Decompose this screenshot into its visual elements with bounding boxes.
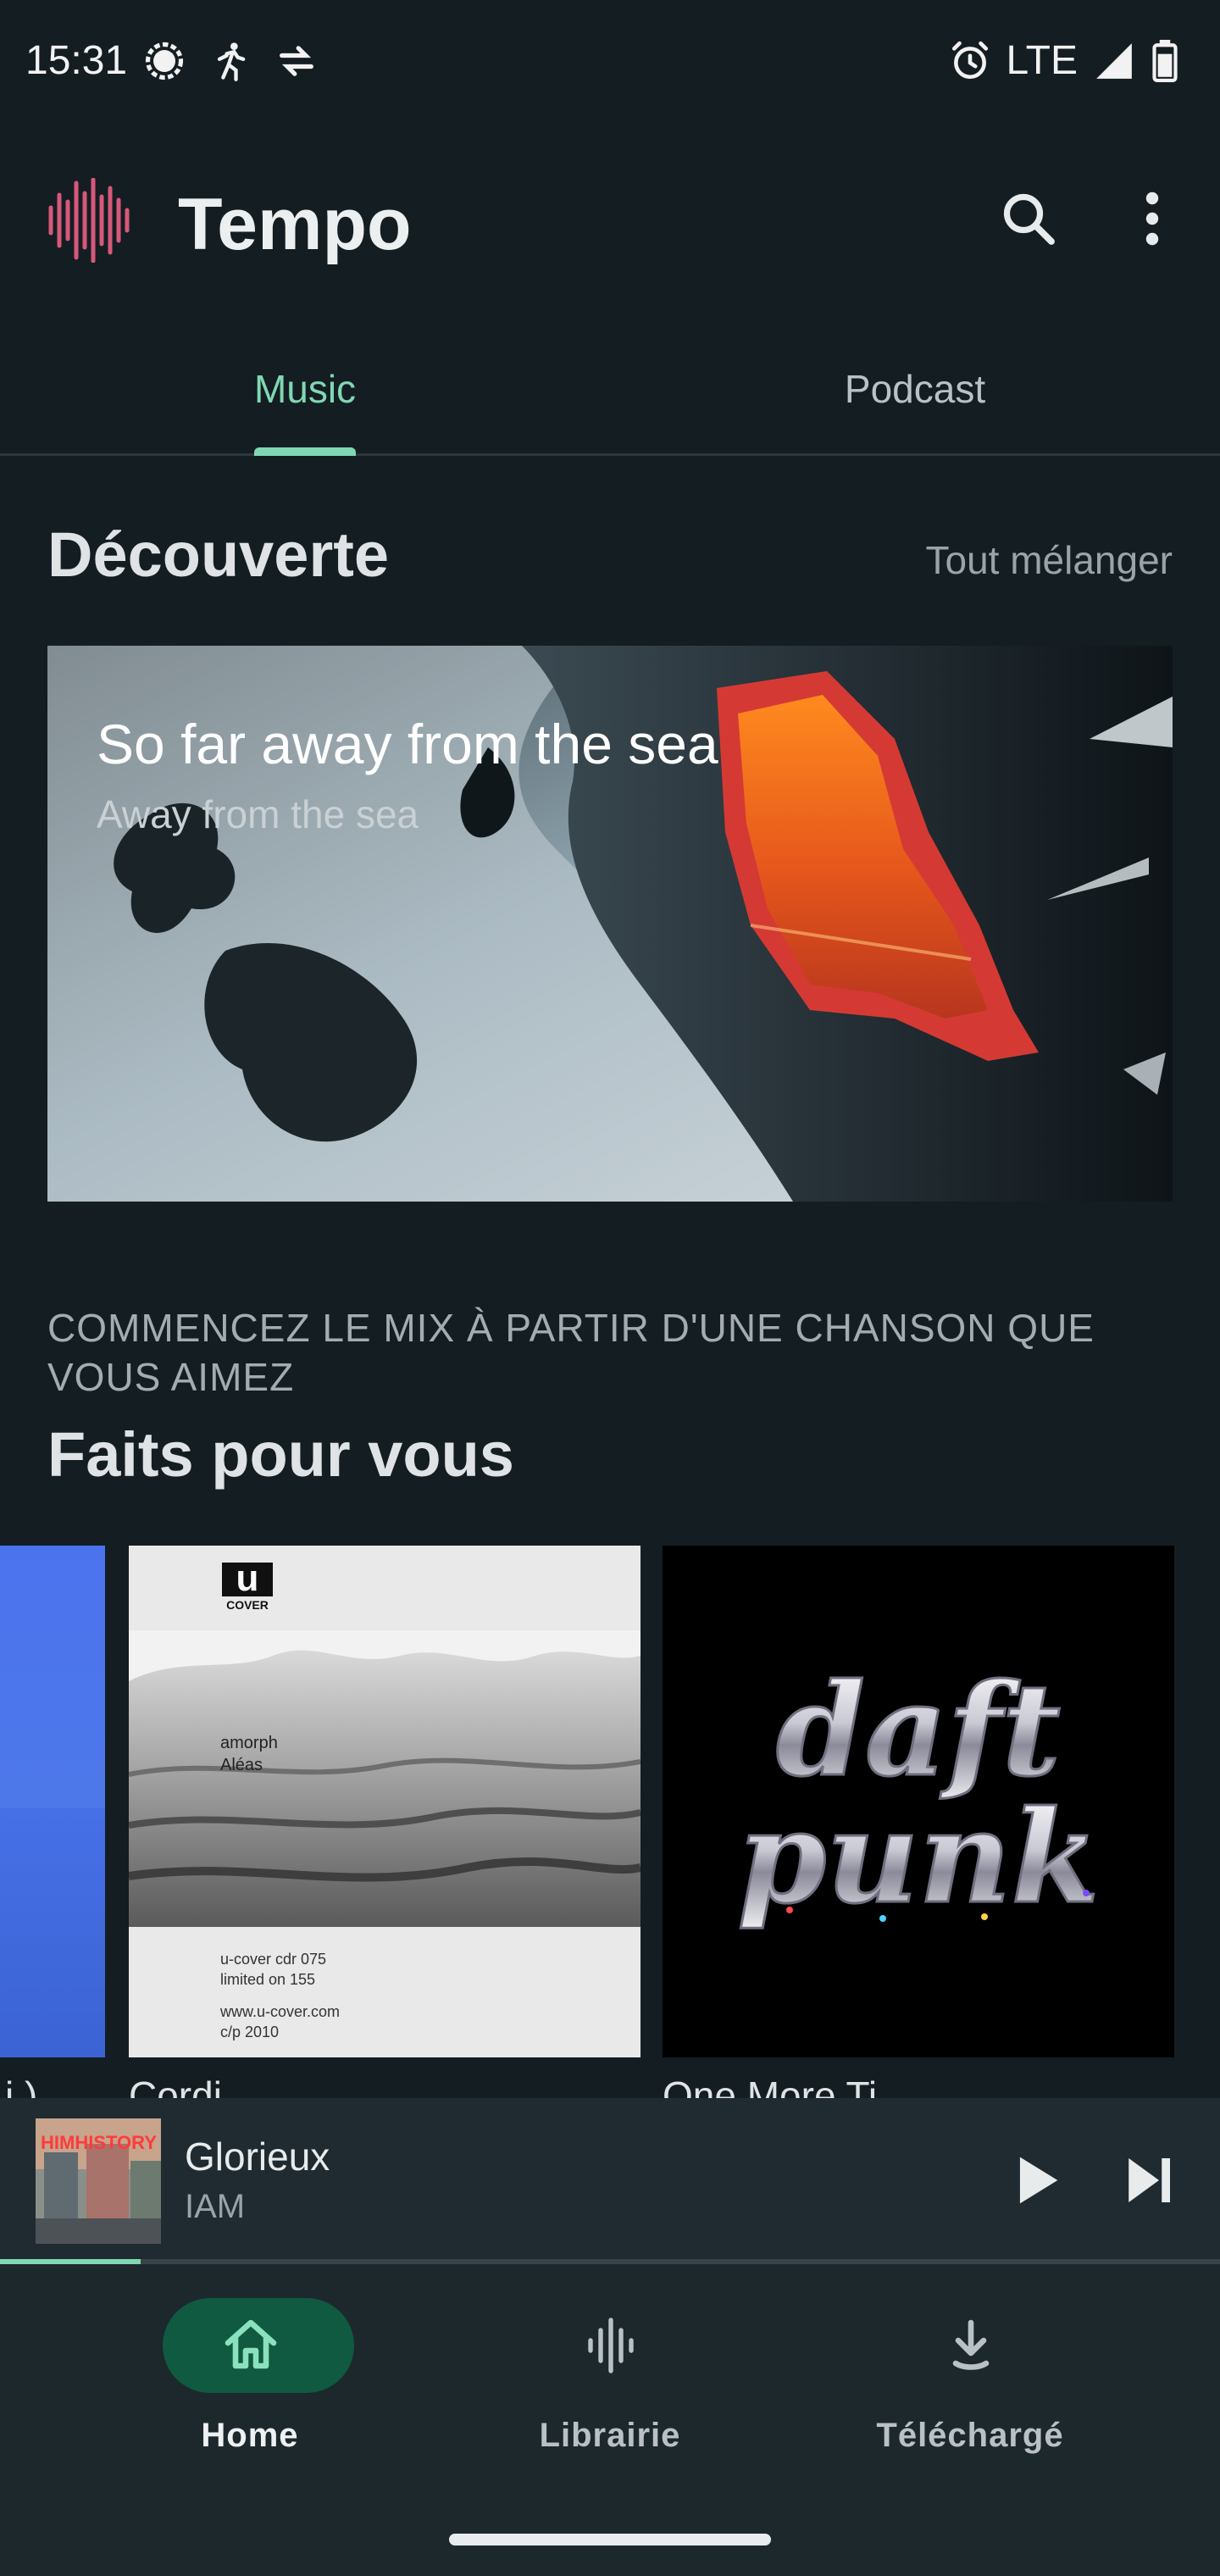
mini-player-art-text: HIMHISTORY: [41, 2132, 157, 2153]
network-type: LTE: [1006, 38, 1078, 83]
status-bar: 15:31 LTE: [0, 0, 1220, 127]
album-card[interactable]: u COVER amorph Aléas u-cover cdr 075 lim…: [129, 1546, 640, 2057]
album-name-text: Aléas: [220, 1756, 263, 1774]
discovery-title: Découverte: [47, 519, 390, 590]
made-for-you-title: Faits pour vous: [47, 1419, 514, 1490]
nav-label-telecharge: Téléchargé: [876, 2417, 1064, 2454]
nav-item-home[interactable]: Home: [89, 2298, 411, 2484]
album-artist-text: amorph: [220, 1734, 278, 1752]
status-time: 15:31: [25, 38, 128, 83]
album-art-landscape: [129, 1630, 640, 1927]
waveform-logo: [48, 178, 130, 263]
album-catalog-text: u-cover cdr 075: [220, 1951, 327, 1968]
data-transfer-icon: [280, 46, 313, 76]
album-copyright-text: c/p 2010: [220, 2024, 280, 2040]
album-carousel[interactable]: i ) u COVER amorph Aléas u-cover cdr 075…: [0, 1546, 1220, 2105]
album-art-chrome-logo: daft punk: [663, 1546, 1174, 2057]
running-icon: [217, 42, 246, 81]
nav-label-home: Home: [201, 2417, 299, 2454]
app-bar: Tempo: [0, 127, 1220, 314]
home-icon: [225, 2319, 277, 2369]
featured-subtitle: Away from the sea: [97, 792, 419, 836]
tab-bar: Music Podcast: [0, 314, 1220, 456]
mini-player[interactable]: HIMHISTORY Glorieux IAM: [0, 2098, 1220, 2262]
tab-podcast[interactable]: Podcast: [610, 314, 1220, 453]
signal-icon: [1096, 42, 1132, 79]
download-icon: [952, 2319, 990, 2370]
nav-item-telecharge[interactable]: Téléchargé: [809, 2298, 1131, 2484]
alarm-icon: [951, 41, 988, 79]
tab-music[interactable]: Music: [0, 314, 610, 453]
mini-player-title: Glorieux: [185, 2135, 330, 2179]
album-card[interactable]: daft punk: [663, 1546, 1174, 2057]
gesture-handle[interactable]: [449, 2534, 771, 2545]
featured-title: So far away from the sea: [97, 713, 718, 775]
battery-icon: [1152, 39, 1178, 82]
more-vert-icon[interactable]: [1127, 188, 1178, 249]
mini-player-album-art: HIMHISTORY: [36, 2118, 161, 2244]
tab-indicator: [254, 447, 356, 456]
bottom-navigation: Home Librairie Téléchargé: [0, 2264, 1220, 2576]
album-art-shape: [0, 1808, 105, 2057]
app-title: Tempo: [178, 184, 412, 265]
album-brand-logo: u: [222, 1560, 273, 1597]
shuffle-all-button[interactable]: Tout mélanger: [926, 537, 1173, 583]
nav-item-librairie[interactable]: Librairie: [449, 2298, 771, 2484]
album-limited-text: limited on 155: [220, 1971, 316, 1988]
waveform-icon: [588, 2318, 634, 2373]
mix-caption: COMMENCEZ LE MIX À PARTIR D'UNE CHANSON …: [47, 1306, 1095, 1399]
album-brand-sub: COVER: [226, 1598, 269, 1612]
nav-label-librairie: Librairie: [539, 2417, 681, 2454]
chat-bubble-icon: [145, 42, 184, 80]
mini-player-artist: IAM: [185, 2188, 246, 2225]
skip-next-icon[interactable]: [1115, 2147, 1181, 2213]
album-card[interactable]: [0, 1546, 105, 2057]
play-icon[interactable]: [1000, 2146, 1069, 2215]
featured-album-card[interactable]: So far away from the sea Away from the s…: [47, 646, 1173, 1202]
album-site-text: www.u-cover.com: [220, 2003, 341, 2020]
search-icon[interactable]: [998, 188, 1059, 249]
